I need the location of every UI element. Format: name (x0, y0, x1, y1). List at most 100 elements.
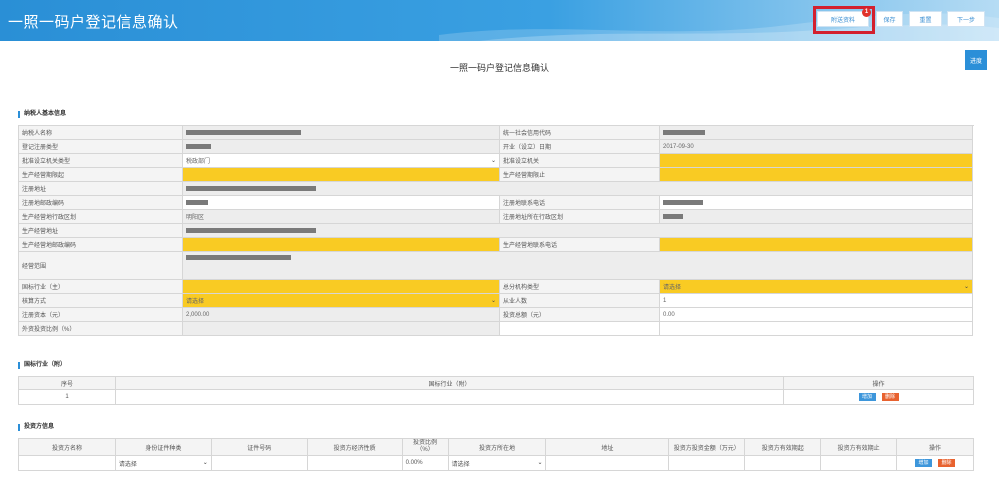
reg-district-field[interactable] (660, 210, 973, 224)
add-industry-button[interactable]: 增加 (858, 393, 876, 401)
biz-start-field[interactable] (183, 168, 500, 182)
redacted-value (663, 200, 703, 205)
label-reg-postcode: 注册地邮政编码 (19, 196, 183, 210)
label-reg-district: 注册地址所在行政区划 (500, 210, 660, 224)
biz-district-field[interactable]: 明阳区 (183, 210, 500, 224)
label-taxpayer-name: 纳税人名称 (19, 126, 183, 140)
reg-capital-field[interactable]: 2,000.00 (183, 308, 500, 322)
open-date-field[interactable]: 2017-09-30 (660, 140, 973, 154)
biz-phone-field[interactable] (660, 238, 973, 252)
empty-field (660, 322, 973, 336)
approve-org-field[interactable] (660, 154, 973, 168)
redacted-value (186, 200, 208, 205)
amount-input[interactable] (669, 456, 746, 471)
scope-field[interactable] (183, 252, 973, 280)
col-header-name: 投资方名称 (19, 439, 116, 456)
next-step-button[interactable]: 下一步 (947, 11, 985, 27)
redacted-value (186, 186, 316, 191)
accounting-select[interactable]: 请选择 ⌄ (183, 294, 500, 308)
ratio-input[interactable]: 0.00% (402, 456, 449, 471)
branch-type-select[interactable]: 请选择 ⌄ (660, 280, 973, 294)
nature-input[interactable] (307, 456, 403, 471)
label-biz-district: 生产经营地行政区划 (19, 210, 183, 224)
biz-address-field[interactable] (183, 224, 973, 238)
delete-investor-button[interactable]: 删除 (938, 459, 956, 467)
redacted-value (663, 214, 683, 219)
investor-row-ops: 增加 删除 (897, 456, 975, 471)
chevron-down-icon: ⌄ (490, 298, 496, 304)
foreign-ratio-field[interactable] (183, 322, 500, 336)
empty-label (500, 322, 660, 336)
label-biz-postcode: 生产经营地邮政编码 (19, 238, 183, 252)
biz-postcode-field[interactable] (183, 238, 500, 252)
reg-address-field[interactable] (183, 182, 973, 196)
col-header-nationality: 投资方所在地 (448, 439, 547, 456)
label-accounting: 核算方式 (19, 294, 183, 308)
section-title-industry: 国标行业（附） (18, 362, 66, 369)
nationality-select[interactable]: 请选择 ⌄ (448, 456, 547, 471)
redacted-value (186, 228, 316, 233)
label-branch-type: 总分机构类型 (500, 280, 660, 294)
col-header-ratio: 投资比例（%） (402, 439, 449, 456)
table-row: 1 增加 删除 (19, 390, 974, 405)
redacted-value (663, 130, 705, 135)
save-button[interactable]: 保存 (876, 11, 903, 27)
row-industry[interactable] (116, 390, 784, 405)
col-header-id-no: 证件号码 (211, 439, 308, 456)
label-reg-type: 登记注册类型 (19, 140, 183, 154)
redacted-value (186, 144, 211, 149)
id-type-select[interactable]: 请选择 ⌄ (115, 456, 212, 471)
biz-end-field[interactable] (660, 168, 973, 182)
approve-org-type-value: 税政部门 (186, 159, 211, 165)
accounting-value: 请选择 (186, 299, 205, 305)
label-approve-org: 批准设立机关 (500, 154, 660, 168)
industry-main-field[interactable] (183, 280, 500, 294)
valid-to-input[interactable] (821, 456, 898, 471)
add-investor-button[interactable]: 增加 (915, 459, 933, 467)
col-header-ops: 操作 (897, 439, 974, 456)
id-no-input[interactable] (211, 456, 308, 471)
col-header-valid-from: 投资方有效期起 (745, 439, 822, 456)
label-reg-address: 注册地址 (19, 182, 183, 196)
label-biz-phone: 生产经营地联系电话 (500, 238, 660, 252)
section-title-basic: 纳税人基本信息 (18, 111, 66, 118)
label-reg-capital: 注册资本（元） (19, 308, 183, 322)
industry-table: 序号 国标行业（附） 操作 1 增加 删除 (18, 376, 974, 405)
label-industry-main: 国标行业（主） (19, 280, 183, 294)
approve-org-type-select[interactable]: 税政部门 ⌄ (183, 154, 500, 168)
credit-code-field[interactable] (660, 126, 973, 140)
label-investment: 投资总额（元） (500, 308, 660, 322)
address-input[interactable] (546, 456, 670, 471)
reg-postcode-field[interactable] (183, 196, 500, 210)
row-ops: 增加 删除 (784, 390, 974, 405)
label-foreign-ratio: 外资投资比例（%） (19, 322, 183, 336)
col-header-address: 地址 (546, 439, 670, 456)
label-credit-code: 统一社会信用代码 (500, 126, 660, 140)
id-type-value: 请选择 (118, 461, 137, 468)
chevron-down-icon: ⌄ (490, 158, 496, 164)
row-no: 1 (19, 390, 116, 405)
chevron-down-icon: ⌄ (202, 460, 208, 466)
investment-field[interactable]: 0.00 (660, 308, 973, 322)
col-header-amount: 投资方投资金额（万元） (669, 439, 746, 456)
investor-name-input[interactable] (19, 456, 116, 471)
reg-type-field[interactable] (183, 140, 500, 154)
reset-button[interactable]: 重置 (909, 11, 942, 27)
table-row: 请选择 ⌄ 0.00% 请选择 ⌄ 增加 删除 (19, 456, 975, 471)
label-biz-start: 生产经营期限起 (19, 168, 183, 182)
progress-button[interactable]: 进度 (965, 50, 987, 70)
label-biz-address: 生产经营地址 (19, 224, 183, 238)
valid-from-input[interactable] (745, 456, 822, 471)
reg-phone-field[interactable] (660, 196, 973, 210)
taxpayer-name-field[interactable] (183, 126, 500, 140)
redacted-value (186, 130, 301, 135)
label-scope: 经营范围 (19, 252, 183, 280)
basic-info-form: 纳税人名称 统一社会信用代码 登记注册类型 开业（设立）日期 2017-09-3… (18, 125, 974, 336)
employees-field[interactable]: 1 (660, 294, 973, 308)
col-header-nature: 投资方经济性质 (307, 439, 403, 456)
delete-industry-button[interactable]: 删除 (881, 393, 899, 401)
branch-type-value: 请选择 (663, 285, 682, 291)
label-reg-phone: 注册地联系电话 (500, 196, 660, 210)
redacted-value (186, 255, 291, 260)
label-employees: 从业人数 (500, 294, 660, 308)
